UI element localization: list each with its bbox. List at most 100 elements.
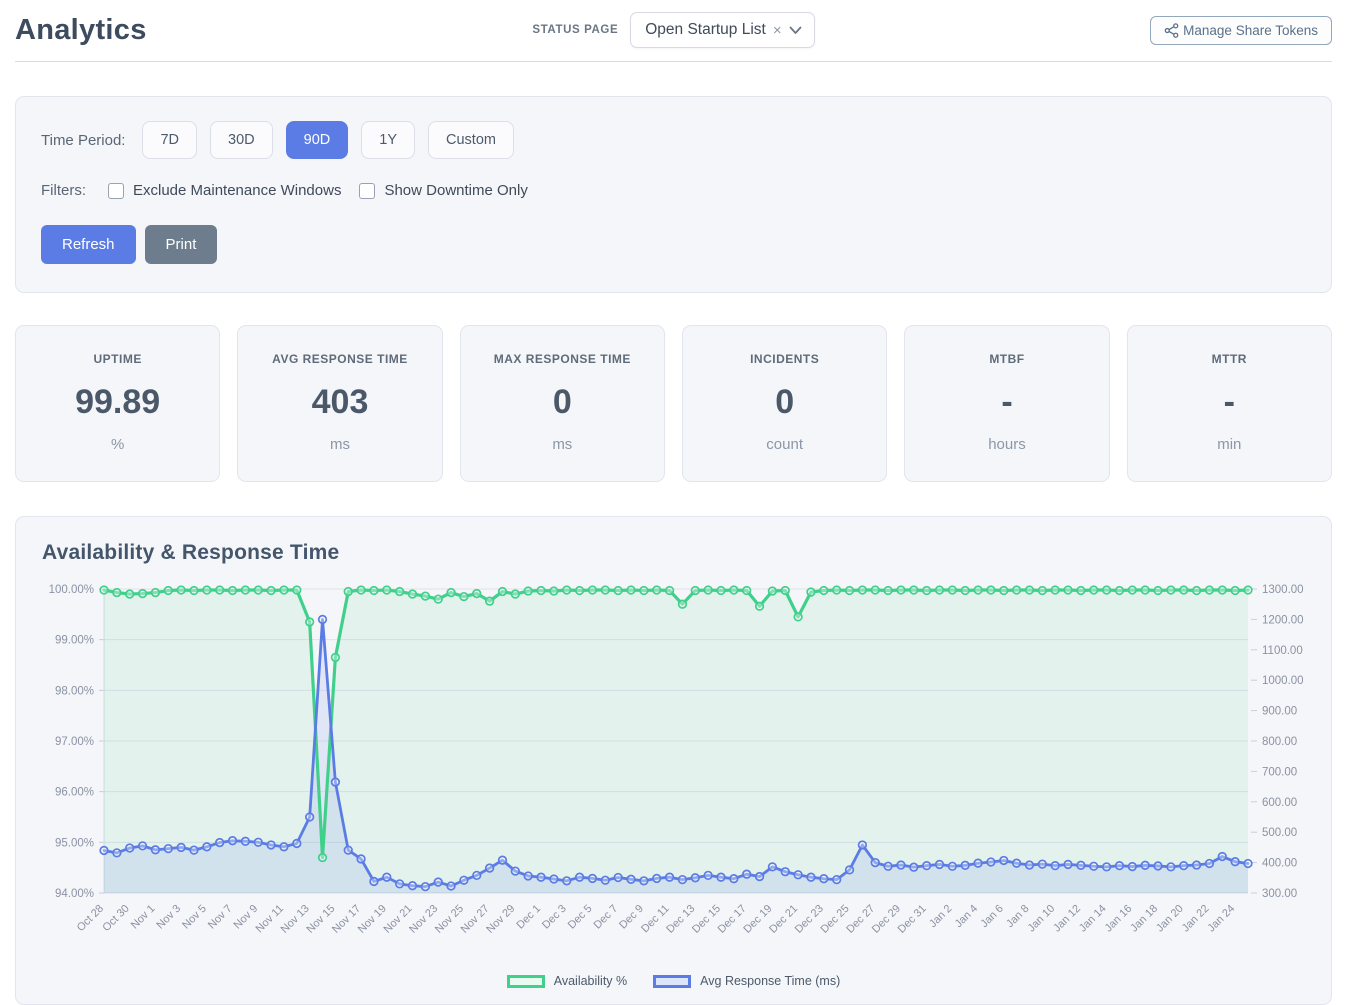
svg-text:Jan 24: Jan 24 [1205,903,1237,935]
stat-value: 0 [467,383,658,422]
stat-value: - [1134,383,1325,422]
period-button-7d[interactable]: 7D [142,121,197,159]
stat-card-mtbf: MTBF - hours [904,325,1109,482]
legend-label: Availability % [554,974,627,988]
svg-text:1100.00: 1100.00 [1262,645,1303,657]
svg-text:300.00: 300.00 [1262,888,1297,900]
svg-text:800.00: 800.00 [1262,736,1297,748]
period-button-custom[interactable]: Custom [428,121,514,159]
filter-panel: Time Period: 7D 30D 90D 1Y Custom Filter… [15,96,1332,293]
svg-text:100.00%: 100.00% [49,584,94,596]
svg-text:Jan 16: Jan 16 [1103,903,1135,935]
svg-text:94.00%: 94.00% [55,888,94,900]
filters-row: Filters: Exclude Maintenance Windows Sho… [41,182,1306,199]
svg-text:Jan 20: Jan 20 [1154,903,1186,935]
page-title: Analytics [15,14,532,47]
legend-label: Avg Response Time (ms) [700,974,840,988]
analytics-page: Analytics STATUS PAGE Open Startup List … [0,0,1347,1005]
chart-legend: Availability % Avg Response Time (ms) [28,974,1319,988]
svg-text:1000.00: 1000.00 [1262,675,1304,687]
filters-label: Filters: [41,182,86,199]
period-button-1y[interactable]: 1Y [361,121,415,159]
svg-text:96.00%: 96.00% [55,787,94,799]
stat-label: MAX RESPONSE TIME [467,352,658,366]
svg-text:Nov 7: Nov 7 [206,903,235,932]
stat-card-uptime: UPTIME 99.89 % [15,325,220,482]
checkbox-show-downtime[interactable]: Show Downtime Only [359,182,527,199]
availability-swatch [507,975,545,988]
status-page-label: STATUS PAGE [532,24,618,36]
svg-text:Jan 10: Jan 10 [1025,903,1057,935]
svg-text:1200.00: 1200.00 [1262,614,1304,626]
stat-label: MTBF [911,352,1102,366]
x-axis-labels: Oct 28Oct 30Nov 1Nov 3Nov 5Nov 7Nov 9Nov… [75,903,1238,936]
svg-text:Dec 3: Dec 3 [540,903,569,932]
svg-text:500.00: 500.00 [1262,827,1297,839]
stat-card-incidents: INCIDENTS 0 count [682,325,887,482]
stat-card-mttr: MTTR - min [1127,325,1332,482]
stat-unit: count [689,436,880,453]
svg-text:98.00%: 98.00% [55,685,94,697]
svg-text:Jan 12: Jan 12 [1051,903,1083,935]
svg-text:Jan 2: Jan 2 [927,903,955,931]
stat-value: 403 [244,383,435,422]
stat-value: 0 [689,383,880,422]
checkbox-label: Show Downtime Only [384,182,527,199]
svg-text:97.00%: 97.00% [55,736,94,748]
manage-share-tokens-label: Manage Share Tokens [1183,23,1318,38]
svg-text:Dec 7: Dec 7 [591,903,620,932]
status-page-select[interactable]: Open Startup List × [630,12,814,48]
header: Analytics STATUS PAGE Open Startup List … [15,0,1332,52]
checkbox-icon[interactable] [359,183,375,199]
stat-label: AVG RESPONSE TIME [244,352,435,366]
checkbox-label: Exclude Maintenance Windows [133,182,341,199]
stat-card-avg-response: AVG RESPONSE TIME 403 ms [237,325,442,482]
stat-unit: min [1134,436,1325,453]
svg-text:Jan 6: Jan 6 [978,903,1006,931]
svg-text:900.00: 900.00 [1262,706,1297,718]
legend-item-response[interactable]: Avg Response Time (ms) [653,974,840,988]
header-divider [15,61,1332,62]
svg-text:95.00%: 95.00% [55,837,94,849]
svg-text:Dec 31: Dec 31 [896,903,929,936]
svg-text:700.00: 700.00 [1262,766,1297,778]
stats-row: UPTIME 99.89 % AVG RESPONSE TIME 403 ms … [15,325,1332,482]
svg-text:Nov 1: Nov 1 [129,903,158,932]
y-left-axis-labels: 100.00% 99.00% 98.00% 97.00% 96.00% 95.00% 94.… [49,584,94,900]
manage-share-tokens-button[interactable]: Manage Share Tokens [1150,16,1332,45]
stat-unit: ms [467,436,658,453]
chart-title: Availability & Response Time [42,541,1319,565]
print-button[interactable]: Print [145,225,218,264]
stat-label: INCIDENTS [689,352,880,366]
response-swatch [653,975,691,988]
stat-unit: ms [244,436,435,453]
svg-text:400.00: 400.00 [1262,858,1297,870]
svg-text:Oct 30: Oct 30 [100,903,131,934]
checkbox-icon[interactable] [108,183,124,199]
stat-unit: % [22,436,213,453]
svg-text:600.00: 600.00 [1262,797,1297,809]
chart-panel: Availability & Response Time 100.00% 99.0… [15,516,1332,1005]
stat-unit: hours [911,436,1102,453]
stat-value: - [911,383,1102,422]
checkbox-exclude-maintenance[interactable]: Exclude Maintenance Windows [108,182,341,199]
svg-text:Dec 1: Dec 1 [514,903,543,932]
svg-text:Jan 22: Jan 22 [1180,903,1212,935]
chevron-down-icon [789,26,802,35]
stat-value: 99.89 [22,383,213,422]
svg-text:Nov 5: Nov 5 [180,903,209,932]
stat-label: UPTIME [22,352,213,366]
clear-selection-icon[interactable]: × [773,23,782,38]
share-icon [1164,23,1179,38]
period-button-30d[interactable]: 30D [210,121,273,159]
time-period-row: Time Period: 7D 30D 90D 1Y Custom [41,121,1306,159]
svg-text:99.00%: 99.00% [55,635,94,647]
svg-text:Jan 4: Jan 4 [953,903,981,931]
refresh-button[interactable]: Refresh [41,225,136,264]
time-period-label: Time Period: [41,132,125,149]
svg-text:Nov 29: Nov 29 [484,903,517,936]
legend-item-availability[interactable]: Availability % [507,974,627,988]
period-button-90d[interactable]: 90D [286,121,349,159]
stat-label: MTTR [1134,352,1325,366]
svg-text:Jan 18: Jan 18 [1128,903,1160,935]
